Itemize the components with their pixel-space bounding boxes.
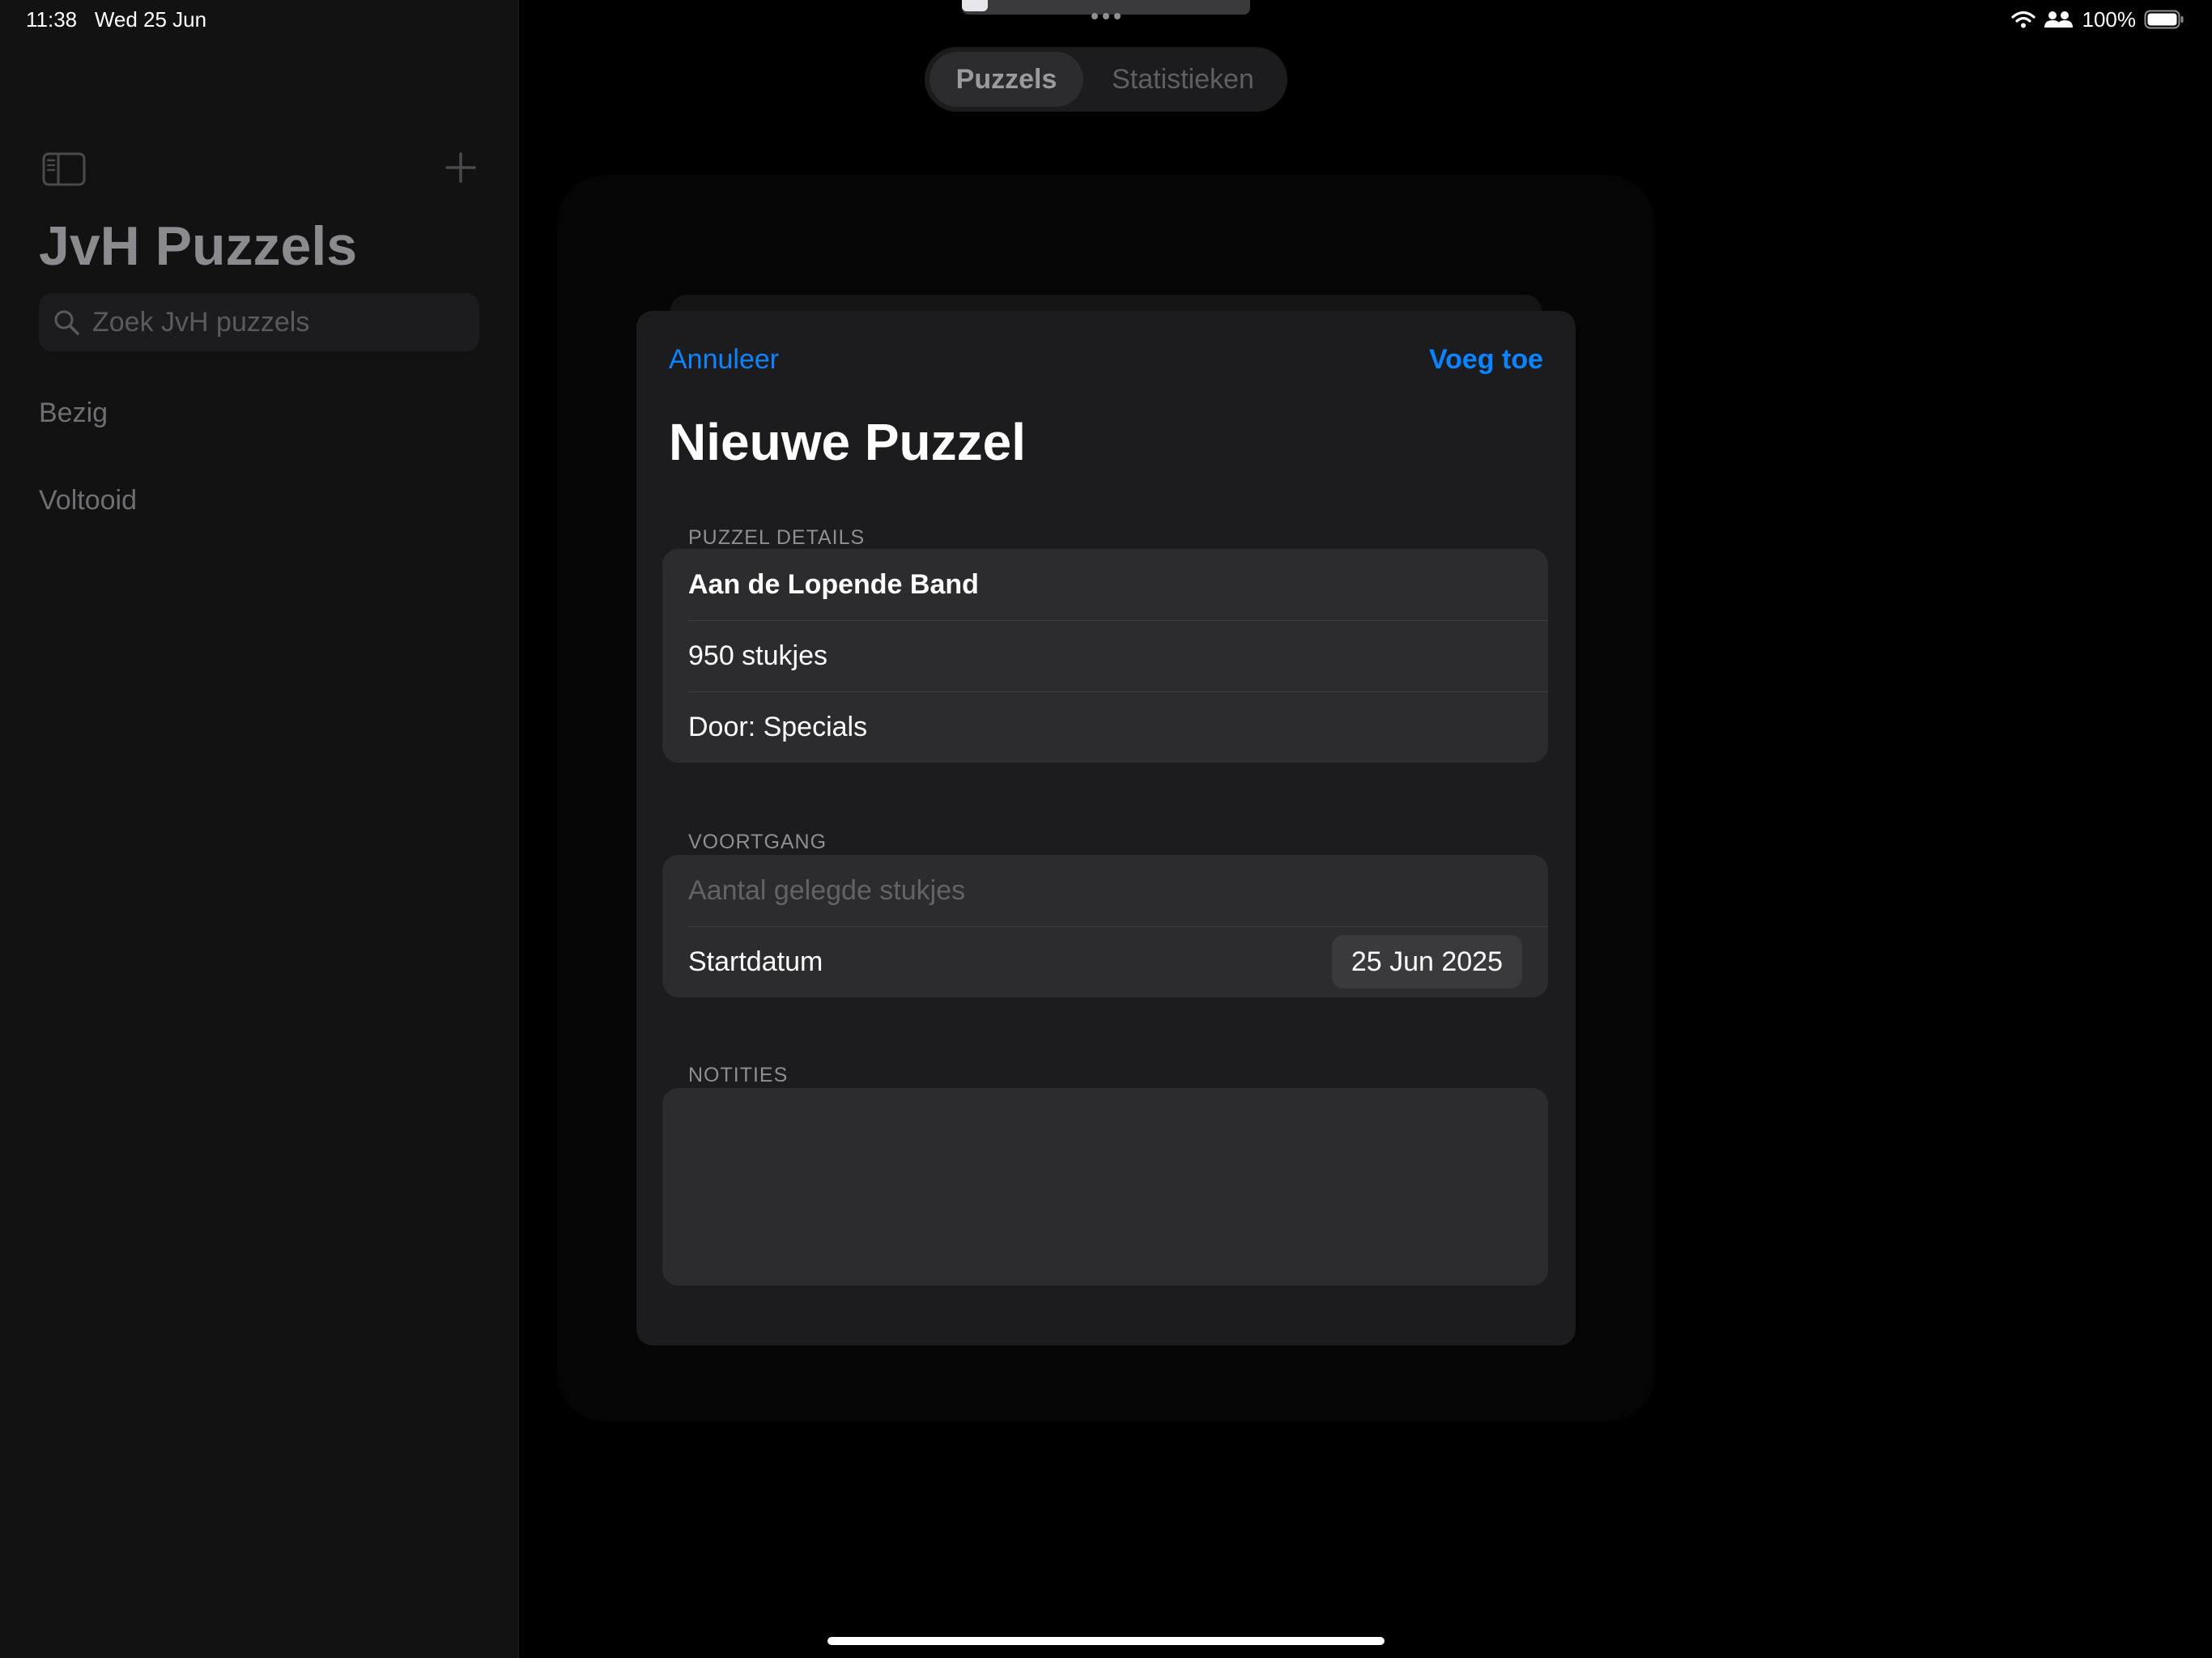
- person-2-icon: [2044, 11, 2073, 28]
- sidebar: JvH Puzzels Bezig Voltooid: [0, 0, 519, 1658]
- notes-textarea[interactable]: [662, 1088, 1548, 1286]
- section-header-details: PUZZEL DETAILS: [688, 526, 866, 549]
- placed-pieces-input[interactable]: [688, 874, 1522, 907]
- puzzle-name: Aan de Lopende Band: [688, 568, 979, 600]
- multitask-pill-cap: [962, 0, 988, 11]
- puzzle-pieces-row[interactable]: 950 stukjes: [662, 620, 1548, 691]
- search-input[interactable]: [92, 306, 479, 338]
- battery-percent: 100%: [2082, 6, 2137, 32]
- sheet-title: Nieuwe Puzzel: [669, 413, 1026, 471]
- puzzle-author-row[interactable]: Door: Specials: [662, 691, 1548, 763]
- start-date-label: Startdatum: [688, 946, 823, 977]
- progress-group: Startdatum 25 Jun 2025: [662, 855, 1548, 997]
- search-icon: [54, 310, 79, 335]
- sidebar-item-bezig[interactable]: Bezig: [39, 395, 108, 431]
- search-field[interactable]: [39, 293, 479, 351]
- section-header-notes: NOTITIES: [688, 1064, 789, 1086]
- puzzle-pieces: 950 stukjes: [688, 640, 827, 671]
- new-puzzle-sheet: Annuleer Voeg toe Nieuwe Puzzel PUZZEL D…: [636, 311, 1576, 1346]
- details-group: Aan de Lopende Band 950 stukjes Door: Sp…: [662, 549, 1548, 763]
- plus-icon[interactable]: [444, 151, 478, 185]
- cancel-button[interactable]: Annuleer: [669, 342, 779, 377]
- puzzle-name-row[interactable]: Aan de Lopende Band: [662, 549, 1548, 620]
- start-date-row: Startdatum 25 Jun 2025: [662, 926, 1548, 997]
- start-date-picker[interactable]: 25 Jun 2025: [1331, 935, 1522, 988]
- segmented-control: Puzzels Statistieken: [925, 47, 1287, 112]
- status-indicators: 100%: [2010, 5, 2185, 34]
- section-header-progress: VOORTGANG: [688, 831, 827, 853]
- tab-puzzels[interactable]: Puzzels: [929, 52, 1083, 107]
- wifi-icon: [2010, 11, 2035, 28]
- add-button[interactable]: Voeg toe: [1429, 342, 1543, 377]
- sidebar-item-voltooid[interactable]: Voltooid: [39, 483, 137, 518]
- more-dots-icon[interactable]: [1087, 13, 1125, 24]
- screen: JvH Puzzels Bezig Voltooid 11:38 Wed 25 …: [0, 0, 2212, 1658]
- home-indicator[interactable]: [827, 1637, 1385, 1645]
- placed-pieces-row[interactable]: [662, 855, 1548, 926]
- sidebar-title: JvH Puzzels: [39, 215, 358, 277]
- sidebar-toggle-icon[interactable]: [42, 152, 86, 186]
- tab-statistieken[interactable]: Statistieken: [1083, 52, 1283, 107]
- status-clock: 11:38: [26, 7, 78, 32]
- puzzle-author: Door: Specials: [688, 711, 868, 742]
- status-date: Wed 25 Jun: [94, 7, 207, 32]
- status-time: 11:38 Wed 25 Jun: [26, 6, 206, 32]
- battery-full-icon: [2144, 10, 2184, 29]
